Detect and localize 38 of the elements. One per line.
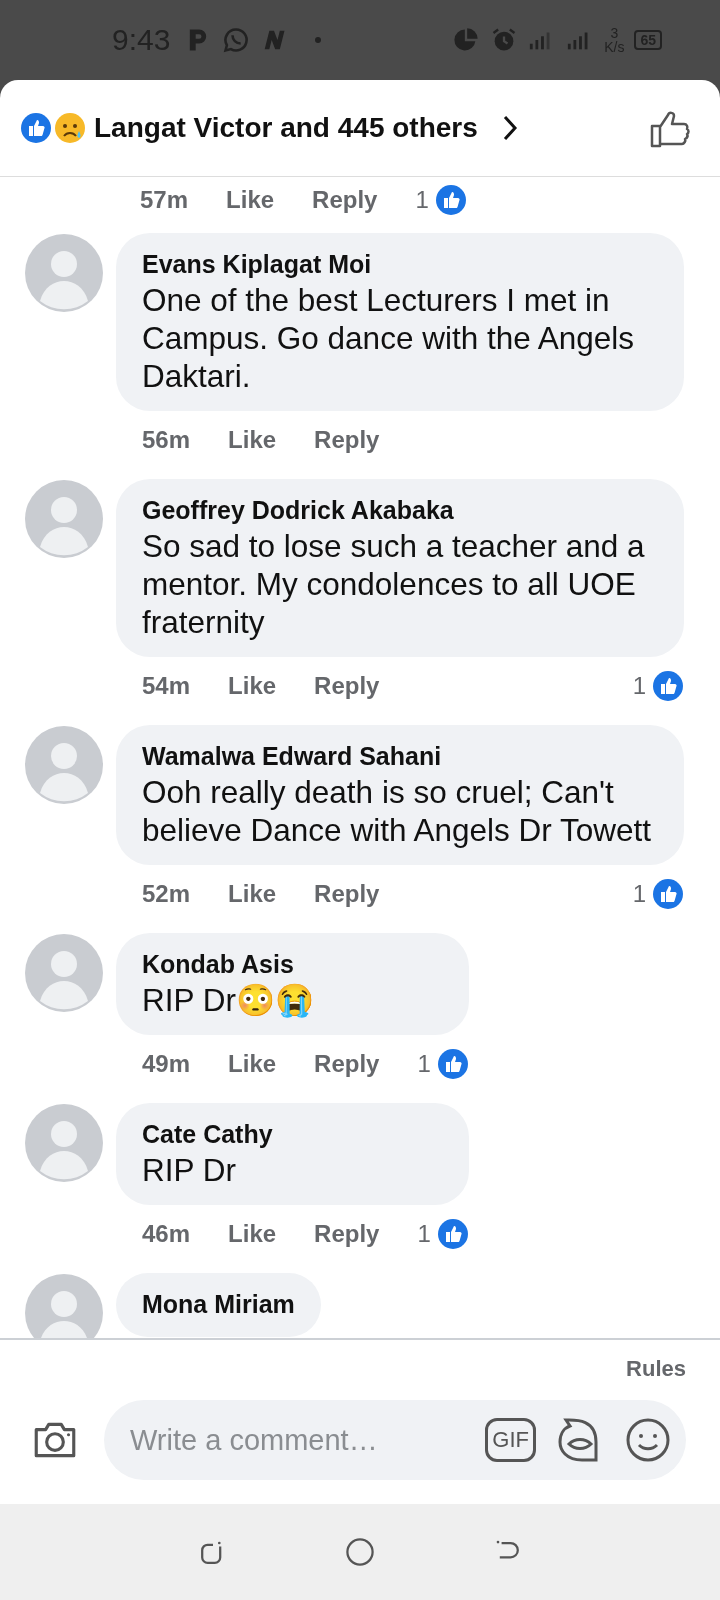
comment-time: 46m xyxy=(142,1220,191,1248)
gif-button[interactable]: GIF xyxy=(485,1418,536,1462)
comment-time: 57m xyxy=(140,186,189,214)
comment-text: So sad to lose such a teacher and a mentor. My condolences to all UOE fraternity xyxy=(142,527,646,641)
author-name[interactable]: Geoffrey Dodrick Akabaka xyxy=(142,493,658,527)
reaction-count: 1 xyxy=(415,186,429,214)
reply-link[interactable]: Reply xyxy=(314,1050,380,1078)
comment-time: 54m xyxy=(142,672,191,700)
like-link[interactable]: Like xyxy=(228,1220,277,1248)
like-link[interactable]: Like xyxy=(228,426,277,454)
rules-link[interactable]: Rules xyxy=(626,1356,686,1382)
comment-time: 56m xyxy=(142,426,191,454)
reply-link[interactable]: Reply xyxy=(314,1220,380,1248)
reaction-count: 1 xyxy=(417,1220,431,1248)
comment-text: Ooh really death is so cruel; Can't believe Dance with Angels Dr Towett xyxy=(142,773,652,849)
comment-text: RIP Dr😳😭 xyxy=(142,981,315,1019)
comment-text: RIP Dr xyxy=(142,1151,237,1189)
reaction-count: 1 xyxy=(632,880,646,908)
comment-time: 52m xyxy=(142,880,191,908)
author-name[interactable]: Wamalwa Edward Sahani xyxy=(142,739,658,773)
reply-link[interactable]: Reply xyxy=(314,426,380,454)
like-link[interactable]: Like xyxy=(228,880,277,908)
comment-text: One of the best Lecturers I met in Campus. Go dance with the Angels Daktari. xyxy=(142,281,636,395)
author-name[interactable]: Cate Cathy xyxy=(142,1117,443,1151)
reply-link[interactable]: Reply xyxy=(312,186,378,214)
reply-link[interactable]: Reply xyxy=(314,880,380,908)
comment-field[interactable]: Write a comment… GIF xyxy=(104,1400,686,1480)
reply-link[interactable]: Reply xyxy=(314,672,380,700)
like-link[interactable]: Like xyxy=(226,186,275,214)
reaction-count: 1 xyxy=(417,1050,431,1078)
like-link[interactable]: Like xyxy=(228,672,277,700)
author-name[interactable]: Kondab Asis xyxy=(142,947,443,981)
reaction-count: 1 xyxy=(632,672,646,700)
comment-time: 49m xyxy=(142,1050,191,1078)
reactors-link[interactable]: Langat Victor and 445 others xyxy=(94,112,478,144)
author-name[interactable]: Mona Miriam xyxy=(142,1287,295,1321)
like-link[interactable]: Like xyxy=(228,1050,277,1078)
author-name[interactable]: Evans Kiplagat Moi xyxy=(142,247,658,281)
